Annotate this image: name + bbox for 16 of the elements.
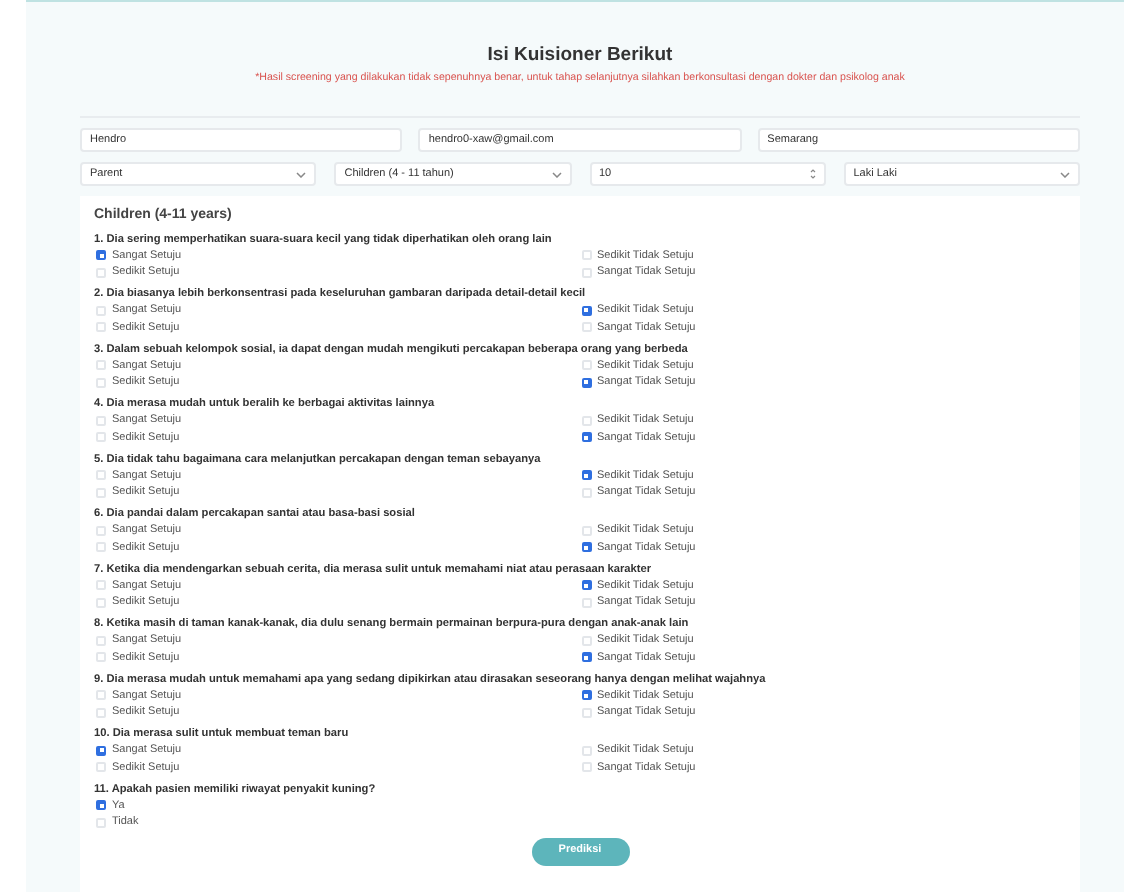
page-title: Isi Kuisioner Berikut (485, 44, 675, 68)
checkbox[interactable] (581, 690, 591, 701)
checkbox[interactable] (581, 470, 591, 481)
checkbox[interactable] (96, 250, 106, 261)
checkbox[interactable] (581, 542, 591, 553)
chevron-down-icon (296, 171, 307, 177)
checkbox[interactable] (96, 800, 106, 811)
checkbox[interactable] (581, 580, 591, 591)
checkbox[interactable] (581, 652, 591, 663)
checkbox[interactable] (581, 432, 591, 443)
chevron-down-icon (551, 171, 561, 177)
checkbox[interactable] (96, 745, 106, 756)
chevron-down-icon (1060, 171, 1070, 177)
checkbox[interactable] (581, 377, 591, 388)
spinner-arrows-icon (809, 168, 816, 180)
checkbox[interactable] (581, 305, 591, 316)
